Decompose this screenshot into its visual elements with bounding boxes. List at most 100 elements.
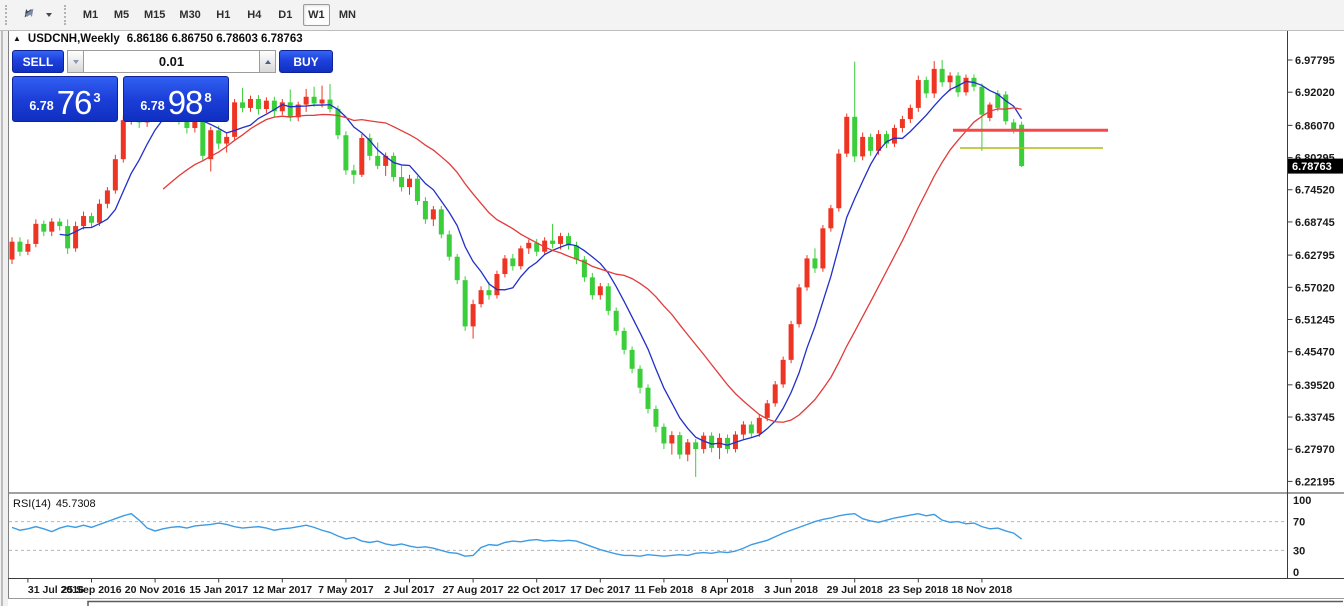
timeframe-button-h4[interactable]: H4 xyxy=(241,4,268,26)
candle-body xyxy=(789,324,794,360)
dropdown-caret-icon[interactable] xyxy=(46,13,52,17)
timeframe-button-h1[interactable]: H1 xyxy=(210,4,237,26)
buy-button[interactable]: BUY xyxy=(279,50,333,73)
candle-body xyxy=(908,108,913,119)
candle-body xyxy=(335,109,340,135)
timeframe-button-m1[interactable]: M1 xyxy=(77,4,104,26)
candle-body xyxy=(797,287,802,324)
candle-body xyxy=(741,425,746,435)
candle-body xyxy=(240,102,245,108)
candle-body xyxy=(121,120,126,159)
candle-body xyxy=(773,384,778,403)
toolbar-grip[interactable] xyxy=(5,5,7,25)
rsi-value: 45.7308 xyxy=(56,498,96,510)
candle-body xyxy=(669,435,674,443)
candle-body xyxy=(590,277,595,295)
one-click-trading-panel: SELL BUY 6.78763 6.78988 xyxy=(12,50,229,122)
candle-body xyxy=(487,290,492,295)
candle-body xyxy=(304,97,309,105)
spinner-up-icon xyxy=(265,60,271,64)
volume-increase-button[interactable] xyxy=(259,50,276,73)
timeframe-button-w1[interactable]: W1 xyxy=(303,4,330,26)
timeframe-toolbar: M1M5M15M30H1H4D1W1MN xyxy=(75,4,363,26)
candle-body xyxy=(510,258,515,266)
rsi-scale-label: 0 xyxy=(1293,567,1299,579)
candle-body xyxy=(860,137,865,157)
candle-body xyxy=(320,100,325,104)
candle-body xyxy=(765,403,770,417)
volume-decrease-button[interactable] xyxy=(67,50,84,73)
price-axis-label: 6.97795 xyxy=(1295,55,1335,67)
price-axis-label: 6.74520 xyxy=(1295,185,1335,197)
price-axis-label: 6.92020 xyxy=(1295,87,1335,99)
collapse-arrow-icon[interactable]: ▲ xyxy=(13,35,21,43)
candle-body xyxy=(343,135,348,170)
date-axis-label: 12 Mar 2017 xyxy=(253,584,313,596)
candle-body xyxy=(113,159,118,190)
candle-body xyxy=(900,119,905,128)
timeframe-button-m5[interactable]: M5 xyxy=(108,4,135,26)
volume-input[interactable] xyxy=(84,50,259,73)
candle-body xyxy=(447,234,452,256)
candle-body xyxy=(81,216,86,226)
candle-body xyxy=(964,78,969,92)
price-axis-label: 6.57020 xyxy=(1295,282,1335,294)
candle-body xyxy=(677,435,682,455)
buy-sell-arrows-icon[interactable] xyxy=(19,5,39,26)
ohlc-values: 6.86186 6.86750 6.78603 6.78763 xyxy=(127,33,303,45)
buy-price-display[interactable]: 6.78988 xyxy=(123,76,229,122)
candle-body xyxy=(105,190,110,203)
date-axis-label: 11 Feb 2018 xyxy=(634,584,693,596)
candle-body xyxy=(502,258,507,274)
timeframe-button-mn[interactable]: MN xyxy=(334,4,361,26)
buy-price-prefix: 6.78 xyxy=(140,99,164,113)
candle-body xyxy=(805,258,810,287)
price-axis-label: 6.62795 xyxy=(1295,250,1335,262)
candle-body xyxy=(17,242,22,252)
candle-body xyxy=(709,436,714,448)
candle-body xyxy=(757,418,762,434)
candle-body xyxy=(828,208,833,228)
candle-body xyxy=(431,209,436,219)
date-axis-label: 15 Jan 2017 xyxy=(189,584,248,596)
sell-price-display[interactable]: 6.78763 xyxy=(12,76,118,122)
order-tools-group[interactable] xyxy=(12,3,59,27)
candle-body xyxy=(892,128,897,144)
price-axis-label: 6.33745 xyxy=(1295,412,1335,424)
candle-body xyxy=(415,179,420,201)
candle-body xyxy=(73,226,78,248)
candle-body xyxy=(399,177,404,187)
candle-body xyxy=(812,258,817,268)
candle-body xyxy=(224,137,229,144)
candle-body xyxy=(606,286,611,311)
price-axis-label: 6.51245 xyxy=(1295,314,1335,326)
rsi-scale-label: 100 xyxy=(1293,495,1311,507)
candle-body xyxy=(494,274,499,295)
candle-body xyxy=(550,241,555,244)
timeframe-button-m30[interactable]: M30 xyxy=(174,4,205,26)
date-axis-label: 29 Jul 2018 xyxy=(827,584,883,596)
candle-body xyxy=(646,388,651,409)
candle-body xyxy=(423,201,428,219)
date-axis-label: 2 Jul 2017 xyxy=(384,584,434,596)
candle-body xyxy=(622,331,627,350)
timeframe-button-d1[interactable]: D1 xyxy=(272,4,299,26)
buy-price-pipette: 8 xyxy=(204,90,211,105)
price-axis-label: 6.22195 xyxy=(1295,476,1335,488)
candle-body xyxy=(574,246,579,260)
candle-body xyxy=(948,76,953,83)
trading-terminal-window: M1M5M15M30H1H4D1W1MN 6.97795 6.92020 6.860… xyxy=(0,0,1344,606)
left-margin xyxy=(0,30,8,606)
candle-body xyxy=(932,69,937,94)
timeframe-button-m15[interactable]: M15 xyxy=(139,4,170,26)
candle-body xyxy=(693,442,698,449)
candle-body xyxy=(781,360,786,385)
candle-body xyxy=(391,156,396,177)
candle-body xyxy=(471,304,476,326)
toolbar-grip[interactable] xyxy=(64,5,66,25)
sell-button[interactable]: SELL xyxy=(12,50,64,73)
price-axis-label: 6.86070 xyxy=(1295,120,1335,132)
date-axis-label: 22 Oct 2017 xyxy=(508,584,567,596)
candle-body xyxy=(97,204,102,223)
candle-body xyxy=(940,69,945,82)
